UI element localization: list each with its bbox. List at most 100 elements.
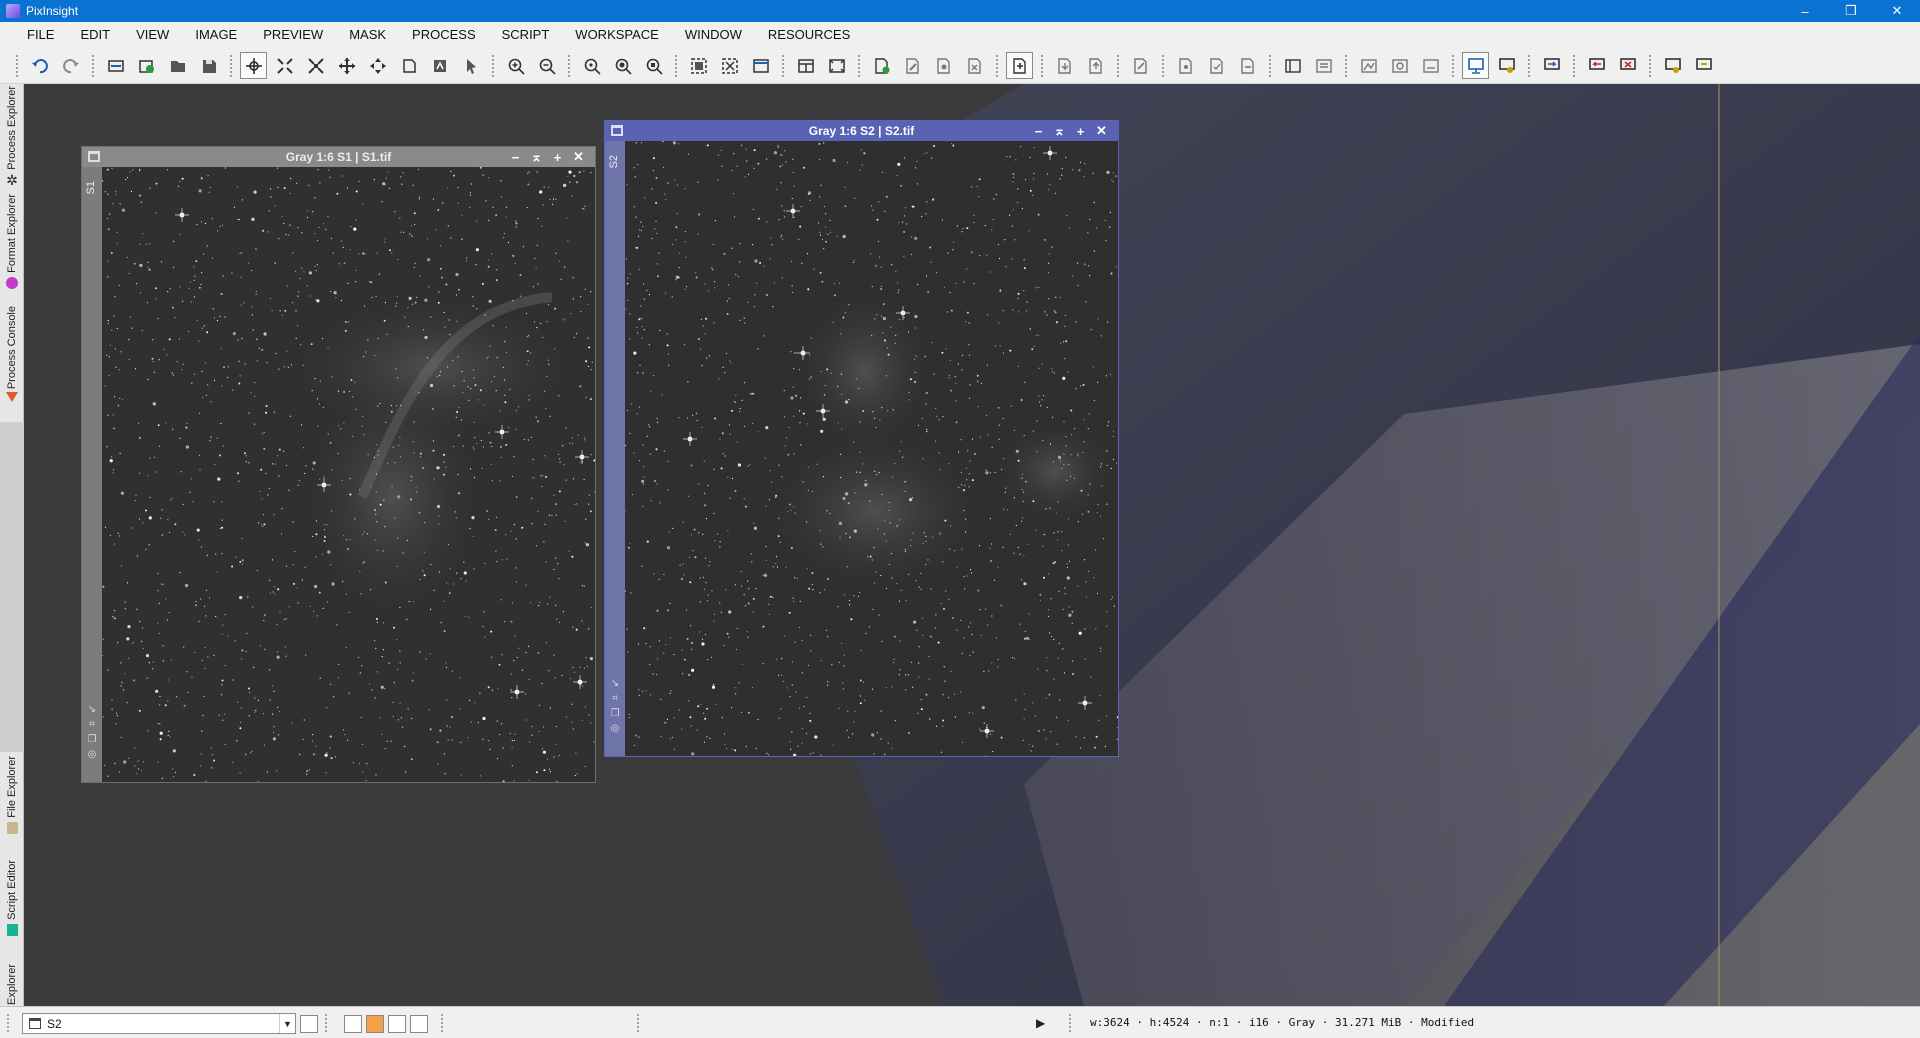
close-button[interactable]: ✕ <box>1874 0 1920 22</box>
menu-preview[interactable]: PREVIEW <box>250 22 336 48</box>
new-image-button[interactable] <box>133 52 160 79</box>
center-button[interactable] <box>364 52 391 79</box>
monitor-back-button[interactable] <box>1583 52 1610 79</box>
stf-reset-button[interactable] <box>1417 52 1444 79</box>
target-icon[interactable]: ◎ <box>87 750 97 760</box>
edit-preview-button[interactable] <box>899 52 926 79</box>
save-button[interactable] <box>195 52 222 79</box>
enable-mask-button[interactable] <box>1203 52 1230 79</box>
maximize-view-button[interactable] <box>823 52 850 79</box>
menu-process[interactable]: PROCESS <box>399 22 489 48</box>
clone-icon[interactable]: ❐ <box>610 709 620 719</box>
monitor-button[interactable] <box>1462 52 1489 79</box>
view-explorer-button[interactable] <box>300 1015 318 1033</box>
preview-mode-button[interactable] <box>395 52 422 79</box>
menu-view[interactable]: VIEW <box>123 22 182 48</box>
zoom-in-button[interactable] <box>502 52 529 79</box>
new-preview-button[interactable] <box>868 52 895 79</box>
target-icon[interactable]: ◎ <box>610 724 620 734</box>
image-window-s2-titlebar[interactable]: Gray 1:6 S2 | S2.tif − ⌅ + ✕ <box>605 121 1118 141</box>
zoom-mode-button[interactable] <box>271 52 298 79</box>
tab-process-console[interactable]: Process Console <box>0 306 24 418</box>
move-button[interactable] <box>333 52 360 79</box>
pan-mode-button[interactable] <box>302 52 329 79</box>
open-button[interactable] <box>164 52 191 79</box>
dynamic-mode-button[interactable] <box>426 52 453 79</box>
fit-window-button[interactable] <box>716 52 743 79</box>
monitor-sync-button[interactable] <box>1659 52 1686 79</box>
restore-button[interactable]: ❐ <box>1828 0 1874 22</box>
tab-script-editor[interactable]: Script Editor <box>0 860 24 960</box>
menu-workspace[interactable]: WORKSPACE <box>562 22 672 48</box>
image-window-s1[interactable]: Gray 1:6 S1 | S1.tif − ⌅ + ✕ S1 ↘ ⌗ ❐ ◎ <box>81 146 596 783</box>
mask-color-white-2[interactable] <box>388 1015 406 1033</box>
image-shade-button[interactable]: ⌅ <box>1049 123 1070 139</box>
explorer-button[interactable] <box>1310 52 1337 79</box>
menu-resources[interactable]: RESOURCES <box>755 22 863 48</box>
tile-windows-button[interactable] <box>792 52 819 79</box>
image-properties-button[interactable] <box>102 52 129 79</box>
view-id-tab[interactable]: S1 <box>85 181 97 194</box>
image-maximize-button[interactable]: + <box>547 150 568 165</box>
image-maximize-button[interactable]: + <box>1070 124 1091 139</box>
stf-button[interactable] <box>1355 52 1382 79</box>
crop-icon[interactable]: ⌗ <box>87 720 97 730</box>
monitor-close-button[interactable] <box>1614 52 1641 79</box>
window-frame-button[interactable] <box>747 52 774 79</box>
toolbar-separator <box>995 53 999 78</box>
menu-edit[interactable]: EDIT <box>67 22 123 48</box>
tab-format-explorer[interactable]: Format Explorer <box>0 194 24 304</box>
view-selector[interactable]: S2 ▼ <box>22 1013 296 1034</box>
menu-script[interactable]: SCRIPT <box>489 22 563 48</box>
image-minimize-button[interactable]: − <box>1028 124 1049 139</box>
invert-mask-button[interactable] <box>1127 52 1154 79</box>
redo-button[interactable] <box>57 52 84 79</box>
readout-mode-button[interactable] <box>240 52 267 79</box>
drag-icon[interactable]: ↘ <box>87 705 97 715</box>
image-minimize-button[interactable]: − <box>505 150 526 165</box>
mask-color-white-1[interactable] <box>344 1015 362 1033</box>
fit-view-button[interactable] <box>685 52 712 79</box>
zoom-fit-button[interactable] <box>640 52 667 79</box>
minimize-button[interactable]: – <box>1782 0 1828 22</box>
monitor-settings-button[interactable] <box>1493 52 1520 79</box>
preview-settings-button[interactable] <box>930 52 957 79</box>
monitor-link-button[interactable] <box>1690 52 1717 79</box>
remove-mask-button[interactable] <box>1234 52 1261 79</box>
image-window-s2[interactable]: Gray 1:6 S2 | S2.tif − ⌅ + ✕ S2 ↘ ⌗ ❐ ◎ <box>604 120 1119 757</box>
console-button[interactable] <box>1279 52 1306 79</box>
image-close-button[interactable]: ✕ <box>1091 123 1112 139</box>
menu-file[interactable]: FILE <box>14 22 67 48</box>
image-window-s1-titlebar[interactable]: Gray 1:6 S1 | S1.tif − ⌅ + ✕ <box>82 147 595 167</box>
menu-window[interactable]: WINDOW <box>672 22 755 48</box>
chevron-down-icon[interactable]: ▼ <box>279 1014 295 1033</box>
tab-file-explorer[interactable]: File Explorer <box>0 756 24 856</box>
drag-icon[interactable]: ↘ <box>610 679 620 689</box>
mask-mode-button[interactable] <box>1006 52 1033 79</box>
export-button[interactable] <box>1082 52 1109 79</box>
menu-mask[interactable]: MASK <box>336 22 399 48</box>
view-id-tab[interactable]: S2 <box>608 155 620 168</box>
zoom-out-button[interactable] <box>533 52 560 79</box>
clone-icon[interactable]: ❐ <box>87 735 97 745</box>
select-button[interactable] <box>457 52 484 79</box>
menu-image[interactable]: IMAGE <box>182 22 250 48</box>
workspace[interactable]: Gray 1:6 S1 | S1.tif − ⌅ + ✕ S1 ↘ ⌗ ❐ ◎ <box>24 84 1920 1006</box>
crop-icon[interactable]: ⌗ <box>610 694 620 704</box>
import-button[interactable] <box>1051 52 1078 79</box>
mask-color-orange[interactable] <box>366 1015 384 1033</box>
zoom-1-1-button[interactable] <box>578 52 605 79</box>
image-shade-button[interactable]: ⌅ <box>526 149 547 165</box>
stf-auto-button[interactable] <box>1386 52 1413 79</box>
undo-button[interactable] <box>26 52 53 79</box>
monitor-forward-button[interactable] <box>1538 52 1565 79</box>
delete-preview-button[interactable] <box>961 52 988 79</box>
play-icon[interactable]: ▶ <box>1036 1016 1045 1030</box>
zoom-2-1-button[interactable] <box>609 52 636 79</box>
image-canvas-s1[interactable] <box>102 167 595 782</box>
mask-color-white-3[interactable] <box>410 1015 428 1033</box>
image-canvas-s2[interactable] <box>625 141 1118 756</box>
tab-process-explorer[interactable]: Process Explorer ✲ <box>0 86 24 192</box>
show-mask-button[interactable] <box>1172 52 1199 79</box>
image-close-button[interactable]: ✕ <box>568 149 589 165</box>
